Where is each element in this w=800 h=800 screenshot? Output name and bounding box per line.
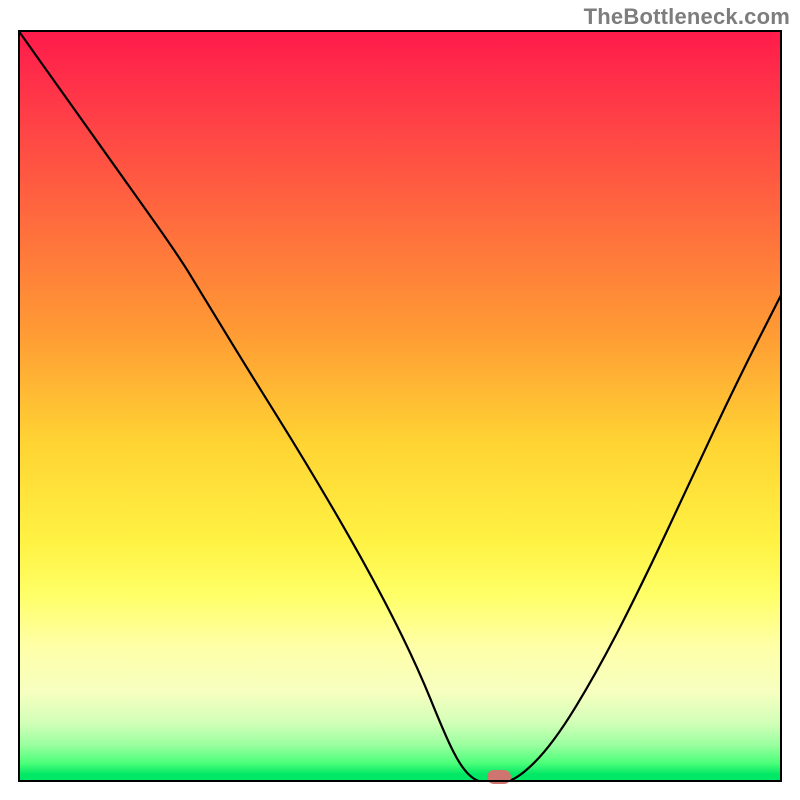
chart-container: TheBottleneck.com xyxy=(0,0,800,800)
attribution-text: TheBottleneck.com xyxy=(584,4,790,30)
plot-area xyxy=(18,30,782,782)
curve-svg xyxy=(18,30,782,782)
optimum-marker xyxy=(487,770,511,784)
bottleneck-curve xyxy=(18,30,782,782)
